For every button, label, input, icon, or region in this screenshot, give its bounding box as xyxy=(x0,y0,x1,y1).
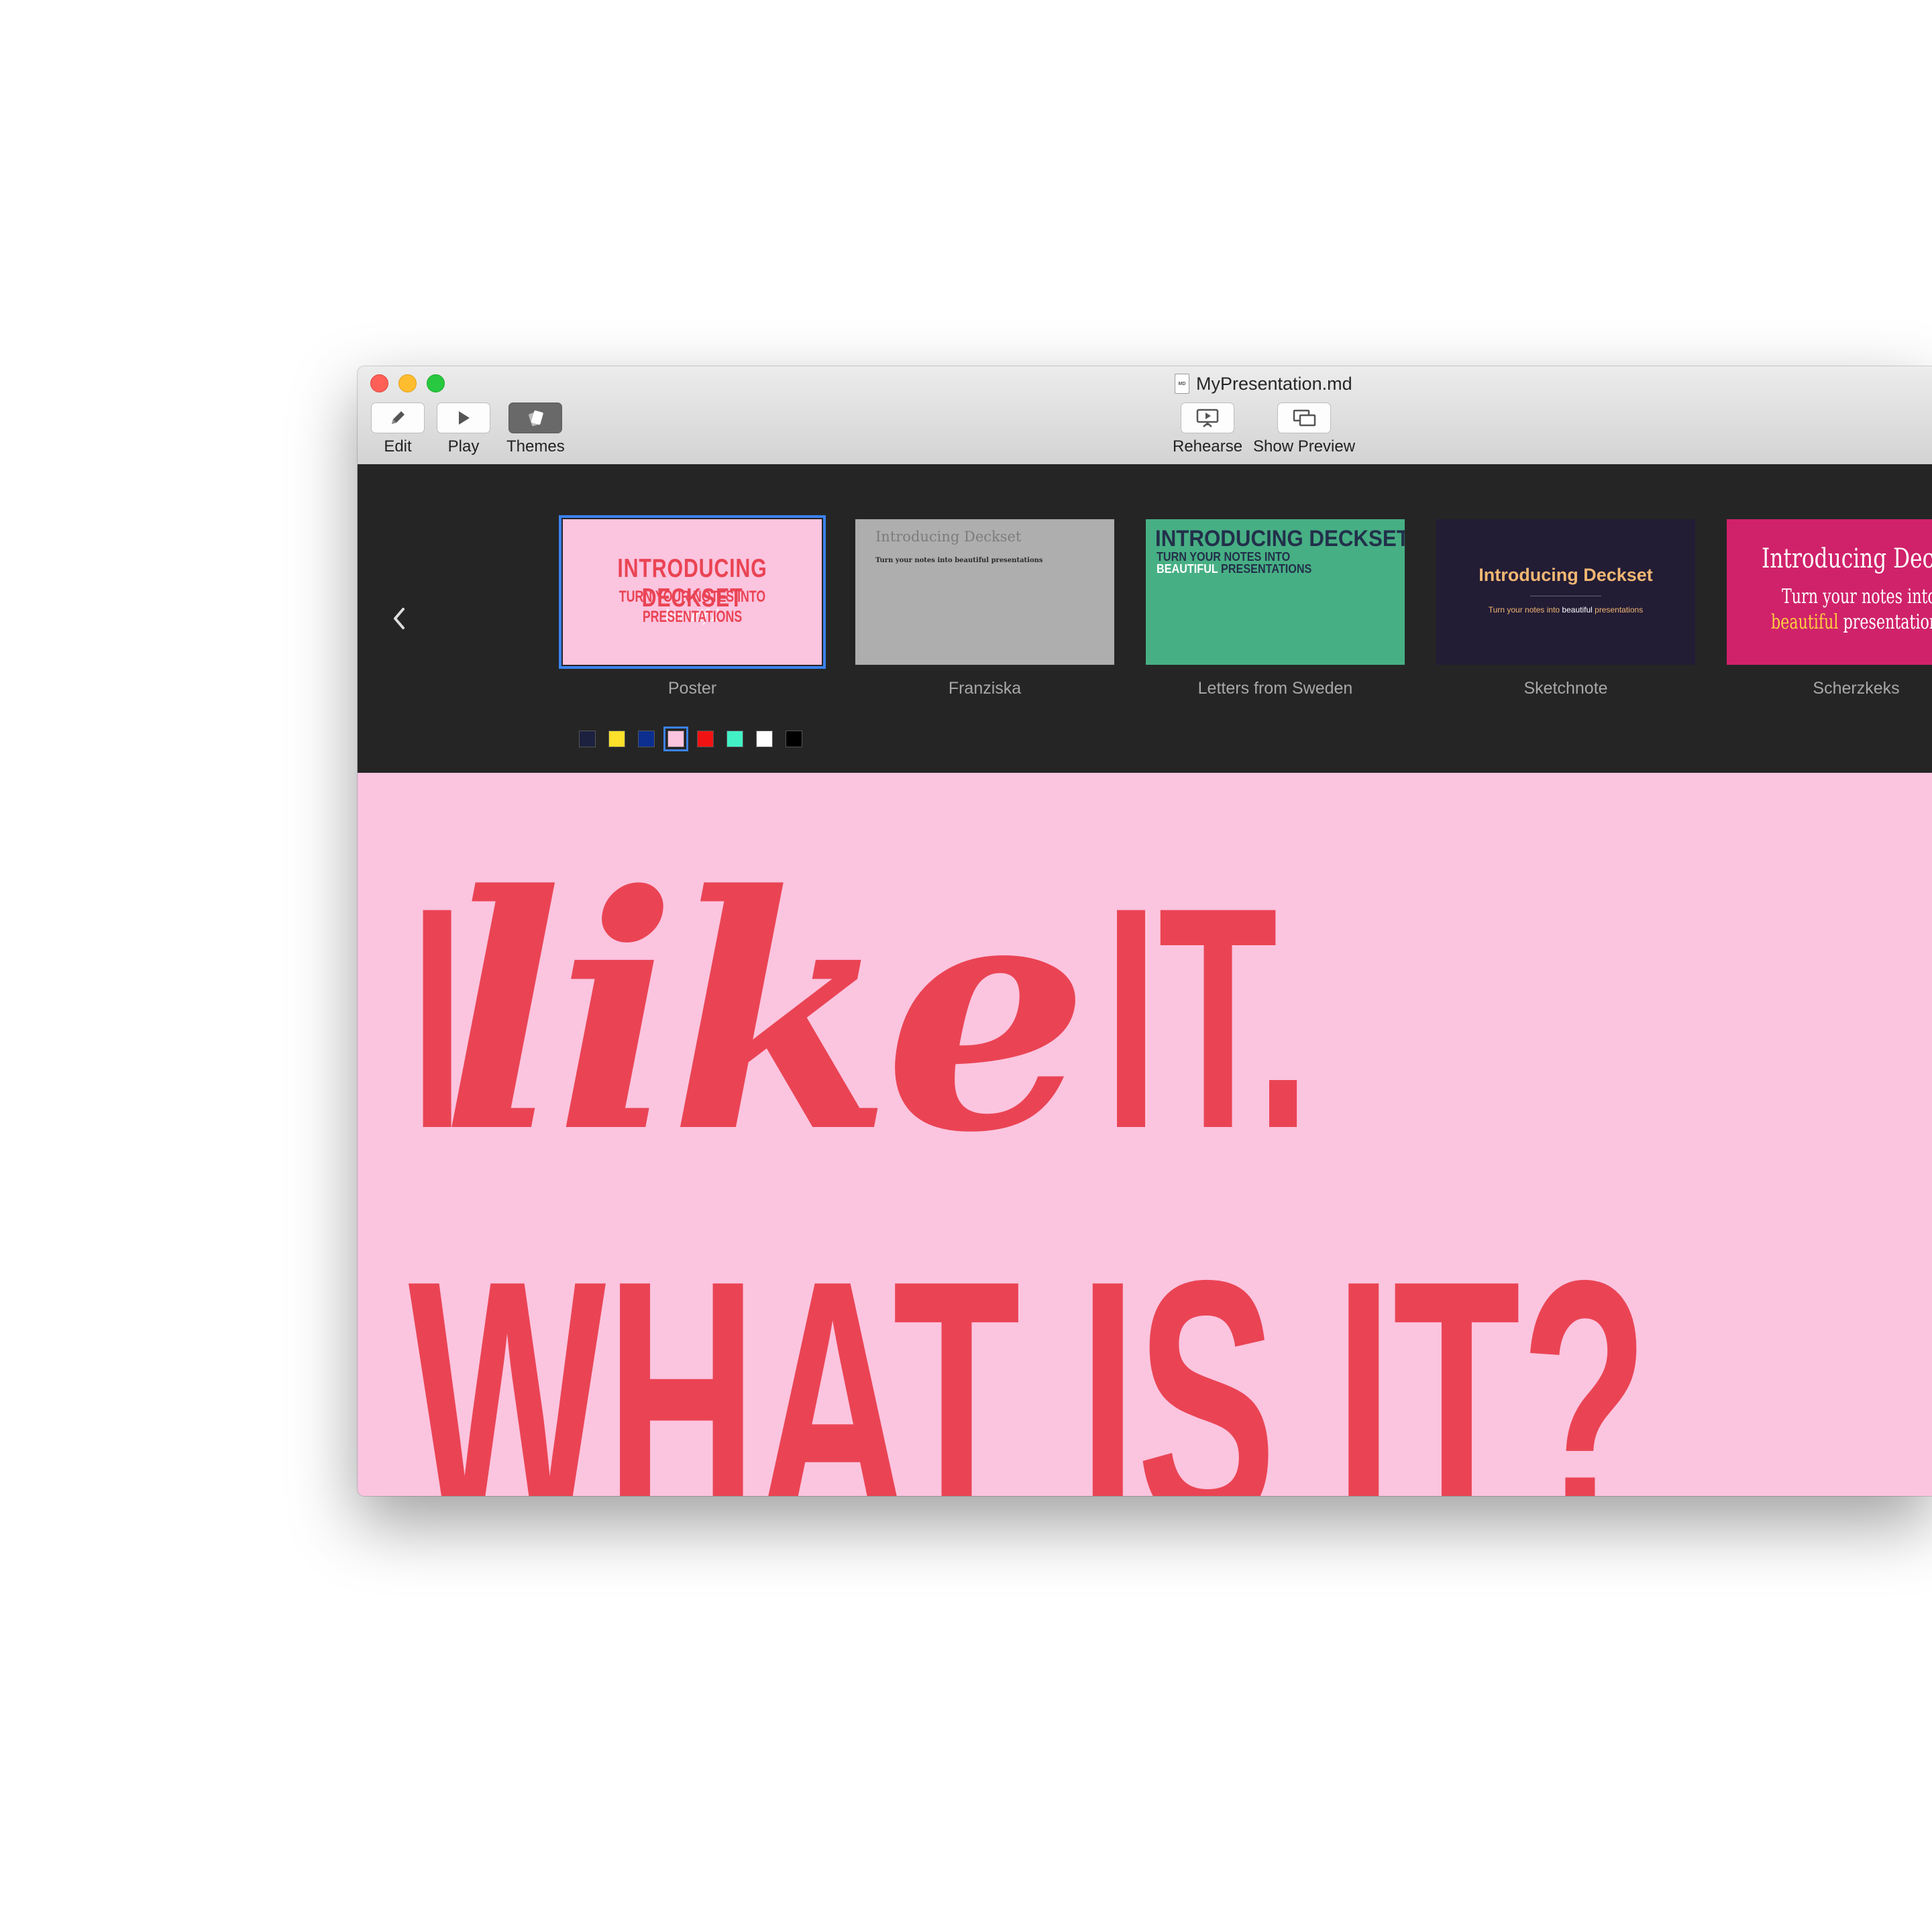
themes-label: Themes xyxy=(506,437,565,455)
chevron-left-icon[interactable] xyxy=(390,605,410,632)
minimize-window-button[interactable] xyxy=(398,374,417,392)
theme-preview-subtitle-2: beautiful presentation xyxy=(1771,610,1932,634)
theme-preview-title: Introducing Decks xyxy=(1762,543,1932,574)
theme-preview-title: Introducing Deckset xyxy=(1479,565,1653,585)
close-window-button[interactable] xyxy=(370,374,388,392)
theme-preview-title: Introducing Deckset xyxy=(875,529,1022,545)
theme-thumbnail-sketchnote[interactable]: Introducing Deckset Turn your notes into… xyxy=(1436,519,1695,665)
theme-label-letters-from-sweden: Letters from Sweden xyxy=(1197,679,1353,698)
slide-word-like: like xyxy=(440,825,1089,1203)
window-title-text: MyPresentation.md xyxy=(1196,373,1352,394)
color-variant-swatches xyxy=(579,727,802,751)
slide-headline: IlikeIT. xyxy=(410,825,1326,1203)
play-button[interactable]: Play xyxy=(437,402,490,456)
theme-preview-title: INTRODUCING DECKSET xyxy=(1155,526,1405,551)
color-swatch[interactable] xyxy=(579,731,596,747)
theme-preview-subtitle: Turn your notes into beautiful presentat… xyxy=(875,557,1043,564)
color-swatch[interactable] xyxy=(786,731,802,747)
app-window: MD MyPresentation.md Edit Play Themes Re… xyxy=(358,366,1932,1496)
play-button-box[interactable] xyxy=(437,402,490,433)
color-swatch[interactable] xyxy=(663,727,688,751)
edit-button[interactable]: Edit xyxy=(371,402,425,456)
theme-picker-panel: INTRODUCING DECKSET TURN YOUR NOTES INTO… xyxy=(358,464,1932,786)
theme-preview-subtitle: Turn your notes into beautiful presentat… xyxy=(1488,605,1644,614)
slide-word-i: I xyxy=(410,842,465,1194)
theme-thumbnail-poster[interactable]: INTRODUCING DECKSET TURN YOUR NOTES INTO… xyxy=(559,515,826,669)
color-swatch[interactable] xyxy=(608,731,625,747)
theme-label-poster: Poster xyxy=(667,679,717,698)
show-preview-button-box[interactable] xyxy=(1277,402,1332,433)
theme-label-scherzkeks: Scherzkeks xyxy=(1813,679,1900,698)
theme-thumbnail-letters-from-sweden[interactable]: INTRODUCING DECKSET TURN YOUR NOTES INTO… xyxy=(1146,519,1405,665)
show-preview-label: Show Preview xyxy=(1253,437,1356,455)
window-title: MD MyPresentation.md xyxy=(1175,372,1352,396)
play-icon xyxy=(459,411,470,425)
slide-preview: IlikeIT. WHAT IS IT? xyxy=(358,773,1932,1496)
edit-button-box[interactable] xyxy=(371,402,425,433)
rehearse-label: Rehearse xyxy=(1173,437,1243,455)
rehearse-button[interactable]: Rehearse xyxy=(1173,402,1242,456)
title-bar: MD MyPresentation.md Edit Play Themes Re… xyxy=(358,366,1932,466)
themes-cards-icon xyxy=(529,410,544,427)
slide-headline-2: WHAT IS IT? xyxy=(408,1208,1649,1497)
edit-label: Edit xyxy=(384,437,412,455)
themes-button-box[interactable] xyxy=(508,402,563,433)
play-label: Play xyxy=(447,437,480,455)
theme-preview-subtitle: Turn your notes into xyxy=(1782,585,1932,608)
theme-label-sketchnote: Sketchnote xyxy=(1523,679,1608,698)
themes-button[interactable]: Themes xyxy=(506,402,565,456)
theme-label-franziska: Franziska xyxy=(948,679,1022,698)
pencil-icon xyxy=(392,411,405,424)
theme-thumbnail-scherzkeks[interactable]: Introducing Decks Turn your notes into b… xyxy=(1727,519,1932,665)
dual-windows-icon xyxy=(1293,409,1316,427)
color-swatch[interactable] xyxy=(756,731,773,747)
color-swatch[interactable] xyxy=(638,731,655,747)
color-swatch[interactable] xyxy=(697,731,714,747)
markdown-document-icon: MD xyxy=(1175,374,1189,394)
theme-preview-subtitle-2: BEAUTIFUL PRESENTATIONS xyxy=(1157,562,1312,576)
theme-preview-subtitle-2: PRESENTATIONS xyxy=(642,608,743,626)
presenter-screen-icon xyxy=(1196,409,1219,427)
show-preview-button[interactable]: Show Preview xyxy=(1253,402,1355,456)
color-swatch[interactable] xyxy=(727,731,743,747)
slide-word-it: IT. xyxy=(1104,842,1311,1194)
zoom-window-button[interactable] xyxy=(427,374,445,392)
theme-thumbnail-franziska[interactable]: Introducing Deckset Turn your notes into… xyxy=(855,519,1114,665)
rehearse-button-box[interactable] xyxy=(1181,402,1235,433)
